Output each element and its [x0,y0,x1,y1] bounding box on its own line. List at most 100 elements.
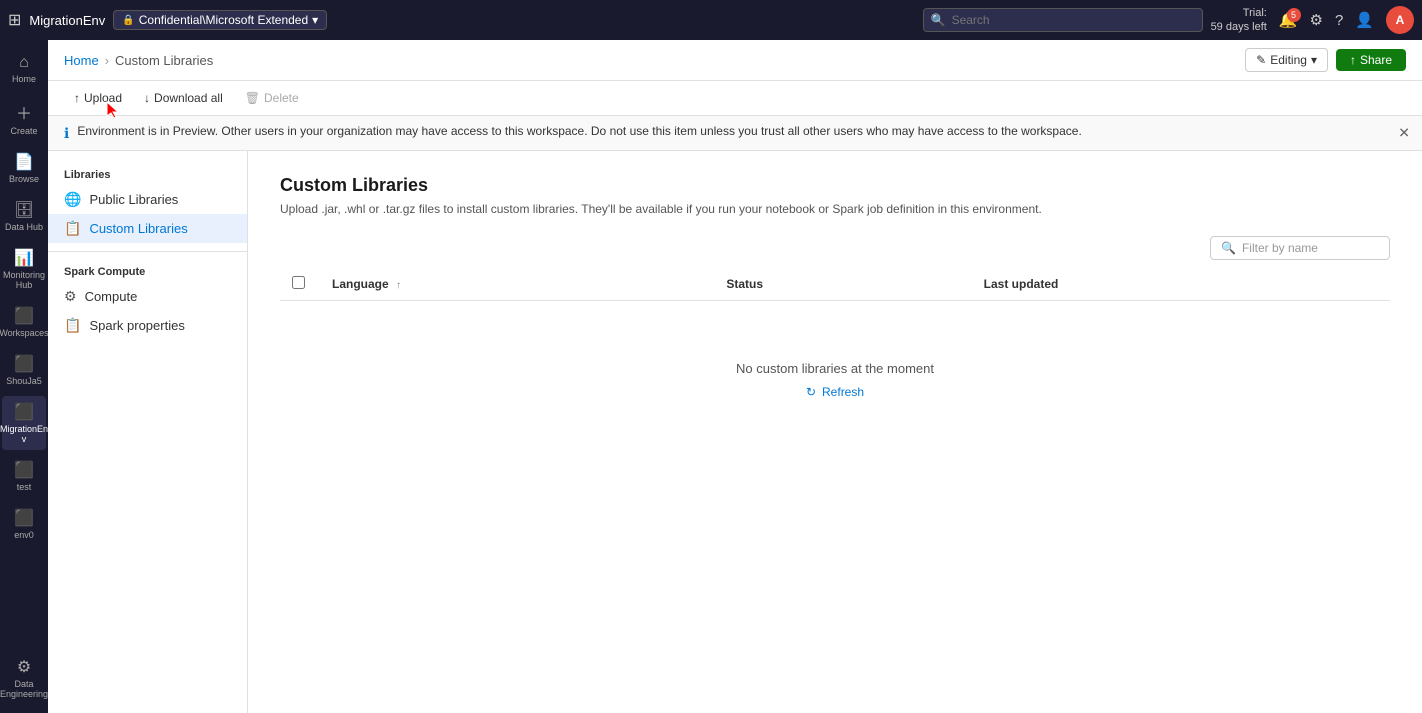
sidebar-item-datahub[interactable]: 🗄 Data Hub [2,194,46,238]
monitoring-icon: 📊 [14,248,34,268]
refresh-button[interactable]: ↻ Refresh [806,385,864,399]
settings-icon[interactable]: ⚙ [1310,11,1323,29]
notifications-button[interactable]: 🔔 5 [1279,11,1298,29]
sidebar-item-monitoring[interactable]: 📊 Monitoring Hub [2,242,46,296]
sidebar-label-home: Home [12,74,36,84]
sidebar-item-migrationenv[interactable]: ⬛ MigrationEn v [2,396,46,450]
table-header-checkbox [280,268,320,301]
sidebar-label-workspaces: Workspaces [0,328,49,338]
public-libraries-icon: 🌐 [64,191,81,208]
table-header-status: Status [714,268,971,301]
share-button[interactable]: ↑ Share [1336,49,1406,71]
sidebar-label-datahub: Data Hub [5,222,43,232]
home-icon: ⌂ [19,54,29,72]
avatar[interactable]: A [1386,6,1414,34]
sidebar-item-public-libraries[interactable]: 🌐 Public Libraries [48,185,247,214]
download-all-button[interactable]: ↓ Download all [134,87,233,109]
notification-count: 5 [1287,8,1301,22]
sidebar-divider [48,251,247,252]
compute-icon: ⚙ [64,288,77,305]
empty-state-message: No custom libraries at the moment [280,361,1390,376]
breadcrumb-home[interactable]: Home [64,53,99,68]
sidebar-label-test: test [17,482,32,492]
compute-label: Compute [85,289,138,304]
trial-days: 59 days left [1211,20,1267,34]
sidebar-item-data-engineering[interactable]: ⚙ Data Engineering [2,651,46,705]
env-badge[interactable]: 🔒 Confidential\Microsoft Extended ▾ [113,10,327,30]
delete-icon: 🗑 [245,91,260,105]
toolbar: ↑ Upload ↓ Download all 🗑 Delete [48,81,1422,116]
top-nav-left: ⊞ MigrationEnv 🔒 Confidential\Microsoft … [8,10,915,30]
editing-label: Editing [1270,53,1307,67]
sidebar-label-shoujia: ShouJa5 [6,376,42,386]
editing-chevron: ▾ [1311,53,1317,67]
filter-by-name-input[interactable]: 🔍 Filter by name [1210,236,1390,260]
public-libraries-label: Public Libraries [89,192,178,207]
table-header-last-updated: Last updated [972,268,1390,301]
sidebar-item-spark-properties[interactable]: 📋 Spark properties [48,311,247,340]
empty-state-cell: No custom libraries at the moment ↻ Refr… [280,301,1390,460]
refresh-icon: ↻ [806,385,816,399]
workspaces-icon: ⬛ [14,306,34,326]
breadcrumb-current: Custom Libraries [115,53,213,68]
sidebar-item-compute[interactable]: ⚙ Compute [48,282,247,311]
libraries-sidebar: Libraries 🌐 Public Libraries 📋 Custom Li… [48,151,248,713]
top-nav-right: Trial: 59 days left 🔔 5 ⚙ ? 👤 A [1211,6,1414,35]
share-icon: ↑ [1350,53,1356,67]
download-icon: ↓ [144,91,150,105]
sidebar-label-data-engineering: Data Engineering [0,679,48,699]
upload-icon: ↑ [74,91,80,105]
sidebar-item-home[interactable]: ⌂ Home [2,48,46,90]
sidebar-item-workspaces[interactable]: ⬛ Workspaces [2,300,46,344]
grid-icon[interactable]: ⊞ [8,10,21,30]
person-icon[interactable]: 👤 [1355,11,1374,29]
alert-close-button[interactable]: ✕ [1398,125,1410,142]
filter-placeholder: Filter by name [1242,241,1318,255]
action-bar-right: ✎ Editing ▾ ↑ Share [1245,48,1406,72]
custom-libraries-icon: 📋 [64,220,81,237]
env0-icon: ⬛ [14,508,34,528]
test-icon: ⬛ [14,460,34,480]
split-content: Libraries 🌐 Public Libraries 📋 Custom Li… [48,151,1422,713]
select-all-checkbox[interactable] [292,276,305,289]
nav-search-icon: 🔍 [931,13,946,27]
env-label: Confidential\Microsoft Extended [139,13,308,27]
sidebar-item-browse[interactable]: 📄 Browse [2,146,46,190]
alert-banner: ℹ Environment is in Preview. Other users… [48,116,1422,151]
sidebar-label-create: Create [10,126,37,136]
sort-icon-language: ↑ [396,280,401,291]
sidebar-label-migrationenv: MigrationEn v [0,424,48,444]
editing-icon: ✎ [1256,53,1266,67]
delete-button[interactable]: 🗑 Delete [235,87,309,109]
spark-properties-label: Spark properties [89,318,184,333]
lock-icon: 🔒 [122,15,134,26]
alert-info-icon: ℹ [64,125,69,142]
breadcrumb: Home › Custom Libraries [64,53,213,68]
nav-search-input[interactable] [923,8,1203,32]
datahub-icon: 🗄 [14,200,34,220]
content-area: Home › Custom Libraries ✎ Editing ▾ ↑ Sh… [48,40,1422,713]
sidebar-item-test[interactable]: ⬛ test [2,454,46,498]
empty-state: No custom libraries at the moment ↻ Refr… [280,301,1390,459]
sidebar-item-custom-libraries[interactable]: 📋 Custom Libraries [48,214,247,243]
help-icon[interactable]: ? [1335,12,1343,29]
sidebar-label-env0: env0 [14,530,34,540]
sidebar-item-create[interactable]: ＋ Create [2,94,46,142]
data-engineering-icon: ⚙ [17,657,31,677]
page-title: Custom Libraries [280,175,1390,196]
nav-search-container: 🔍 [923,8,1203,32]
env-chevron: ▾ [312,13,318,27]
sidebar-item-shoujia[interactable]: ⬛ ShouJa5 [2,348,46,392]
sidebar-item-env0[interactable]: ⬛ env0 [2,502,46,546]
filter-icon: 🔍 [1221,241,1236,255]
editing-button[interactable]: ✎ Editing ▾ [1245,48,1328,72]
table-header-bar: 🔍 Filter by name [280,236,1390,260]
shoujia-icon: ⬛ [14,354,34,374]
upload-button[interactable]: ↑ Upload [64,87,132,109]
create-icon: ＋ [16,100,32,124]
custom-libraries-label: Custom Libraries [89,221,187,236]
spark-compute-section-title: Spark Compute [48,260,247,282]
table-header-language[interactable]: Language ↑ [320,268,714,301]
libraries-table: Language ↑ Status Last updated No custom… [280,268,1390,459]
sidebar-label-browse: Browse [9,174,39,184]
